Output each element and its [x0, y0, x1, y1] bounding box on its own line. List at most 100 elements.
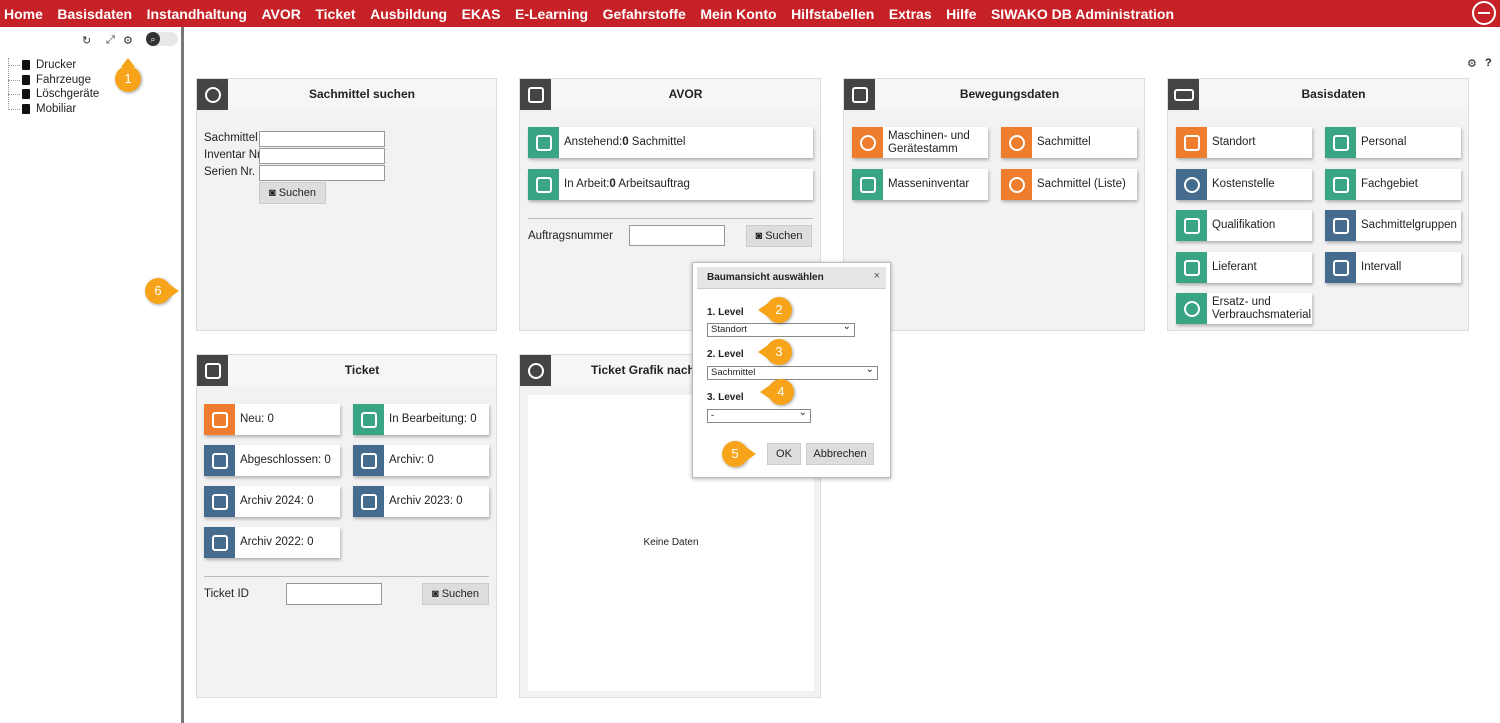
pie-chart-icon [520, 355, 551, 386]
binoculars-icon: ◙ [268, 187, 279, 199]
tile-personal[interactable]: Personal [1325, 127, 1461, 158]
tree-item-loeschgeraete[interactable]: Löschgeräte [8, 87, 99, 102]
tree-item-mobiliar[interactable]: Mobiliar [8, 102, 99, 117]
dashboard-settings-icon[interactable]: ⚙ [1467, 57, 1477, 70]
menu-ticket[interactable]: Ticket [315, 6, 355, 22]
sachmittel-input[interactable] [259, 131, 385, 147]
tile-lieferant[interactable]: Lieferant [1176, 252, 1312, 283]
panel-title: Ticket [344, 363, 380, 377]
parts-icon [1176, 293, 1207, 324]
menu-instandhaltung[interactable]: Instandhaltung [147, 6, 247, 22]
arbeit-suffix: Arbeitsauftrag [615, 178, 690, 190]
tile-kostenstelle[interactable]: Kostenstelle [1176, 169, 1312, 200]
serien-input[interactable] [259, 165, 385, 181]
menu-home[interactable]: Home [4, 6, 43, 22]
tile-ticket-in-bearbeitung[interactable]: In Bearbeitung: 0 [353, 404, 489, 435]
panel-title: Basisdaten [1301, 87, 1366, 101]
auftragsnummer-label: Auftragsnummer [528, 230, 614, 242]
truck-icon [1176, 252, 1207, 283]
panel-splitter[interactable] [181, 27, 184, 723]
tree-item-drucker[interactable]: Drucker [8, 58, 99, 73]
tile-label: Intervall [1361, 261, 1402, 273]
search-icon: ⌕ [146, 32, 160, 46]
menu-siwako-admin[interactable]: SIWAKO DB Administration [991, 6, 1174, 22]
tree-item-label: Fahrzeuge [36, 73, 91, 86]
panel-header: Bewegungsdaten [844, 79, 1144, 110]
tile-qualifikation[interactable]: Qualifikation [1176, 210, 1312, 241]
ticket-id-input[interactable] [286, 583, 382, 605]
tile-standort[interactable]: Standort [1176, 127, 1312, 158]
gear-icon [852, 127, 883, 158]
close-icon[interactable]: × [874, 270, 880, 282]
tile-label: Anstehend: 0 Sachmittel [564, 127, 809, 158]
divider [204, 576, 489, 577]
avor-in-arbeit-tile[interactable]: In Arbeit: 0 Arbeitsauftrag [528, 169, 813, 200]
level2-select[interactable]: Sachmittel [707, 364, 878, 380]
menu-basisdaten[interactable]: Basisdaten [57, 6, 132, 22]
tree-item-fahrzeuge[interactable]: Fahrzeuge [8, 73, 99, 88]
auftragsnummer-input[interactable] [629, 225, 725, 246]
ticket-icon [353, 486, 384, 517]
logout-icon[interactable] [1472, 1, 1496, 25]
tile-sachmittel-liste[interactable]: Sachmittel (Liste) [1001, 169, 1137, 200]
search-label: Suchen [278, 187, 316, 199]
tile-ticket-archiv[interactable]: Archiv: 0 [353, 445, 489, 476]
expand-icon[interactable]: ⤢ [106, 34, 115, 47]
location-icon [1176, 127, 1207, 158]
tile-ticket-neu[interactable]: Neu: 0 [204, 404, 340, 435]
settings-gear-icon[interactable]: ⚙ [123, 34, 133, 47]
menu-ekas[interactable]: EKAS [462, 6, 501, 22]
tile-ersatz-verbrauchsmaterial[interactable]: Ersatz- und Verbrauchsmaterial [1176, 293, 1312, 324]
tile-label: Abgeschlossen: 0 [240, 454, 331, 466]
level3-select[interactable]: - [707, 407, 811, 423]
refresh-icon[interactable]: ↻ [82, 34, 91, 47]
ticket-icon [197, 355, 228, 386]
panel-title: Sachmittel suchen [308, 87, 416, 101]
tile-intervall[interactable]: Intervall [1325, 252, 1461, 283]
menu-ausbildung[interactable]: Ausbildung [370, 6, 447, 22]
menu-e-learning[interactable]: E-Learning [515, 6, 588, 22]
tree-list: Drucker Fahrzeuge Löschgeräte Mobiliar [8, 58, 99, 116]
clipboard-icon [528, 169, 559, 200]
tile-masseninventar[interactable]: Masseninventar [852, 169, 988, 200]
tile-ticket-archiv-2023[interactable]: Archiv 2023: 0 [353, 486, 489, 517]
people-icon [1325, 127, 1356, 158]
inventar-label: Inventar Nr. [204, 149, 264, 161]
folder-icon [22, 74, 30, 85]
menu-avor[interactable]: AVOR [261, 6, 300, 22]
level1-select[interactable]: Standort [707, 321, 855, 337]
inventar-input[interactable] [259, 148, 385, 164]
menu-hilfstabellen[interactable]: Hilfstabellen [791, 6, 874, 22]
callout-badge-6: 6 [145, 278, 179, 304]
menu-gefahrstoffe[interactable]: Gefahrstoffe [603, 6, 686, 22]
gears-icon [1001, 127, 1032, 158]
tile-label: In Bearbeitung: 0 [389, 413, 477, 425]
tile-ticket-archiv-2024[interactable]: Archiv 2024: 0 [204, 486, 340, 517]
help-icon[interactable]: ? [1485, 57, 1492, 69]
avor-search-button[interactable]: ◙ Suchen [746, 225, 812, 247]
menu-hilfe[interactable]: Hilfe [946, 6, 976, 22]
tile-sachmittel[interactable]: Sachmittel [1001, 127, 1137, 158]
ticket-icon [204, 404, 235, 435]
menu-mein-konto[interactable]: Mein Konto [700, 6, 776, 22]
ok-button[interactable]: OK [767, 443, 801, 465]
ticket-search-button[interactable]: ◙ Suchen [422, 583, 489, 605]
tile-sachmittelgruppen[interactable]: Sachmittelgruppen [1325, 210, 1461, 241]
folder-icon [22, 60, 30, 70]
menu-extras[interactable]: Extras [889, 6, 932, 22]
tile-fachgebiet[interactable]: Fachgebiet [1325, 169, 1461, 200]
no-data-text: Keine Daten [643, 537, 699, 548]
tile-label: Standort [1212, 136, 1256, 148]
avor-anstehend-tile[interactable]: Anstehend: 0 Sachmittel [528, 127, 813, 158]
tree-search-toggle[interactable]: ⌕ [146, 32, 178, 46]
basisdaten-panel: Basisdaten Standort Personal Kostenstell… [1167, 78, 1469, 331]
callout-badge-4: 4 [760, 379, 794, 405]
tree-item-label: Drucker [36, 59, 77, 71]
tile-maschinen-geraetestamm[interactable]: Maschinen- und Gerätestamm [852, 127, 988, 158]
sachmittel-search-button[interactable]: ◙ Suchen [259, 182, 326, 204]
tile-ticket-archiv-2022[interactable]: Archiv 2022: 0 [204, 527, 340, 558]
bank-icon [844, 79, 875, 110]
tile-ticket-abgeschlossen[interactable]: Abgeschlossen: 0 [204, 445, 340, 476]
cancel-button[interactable]: Abbrechen [806, 443, 874, 465]
calendar-icon [1325, 252, 1356, 283]
